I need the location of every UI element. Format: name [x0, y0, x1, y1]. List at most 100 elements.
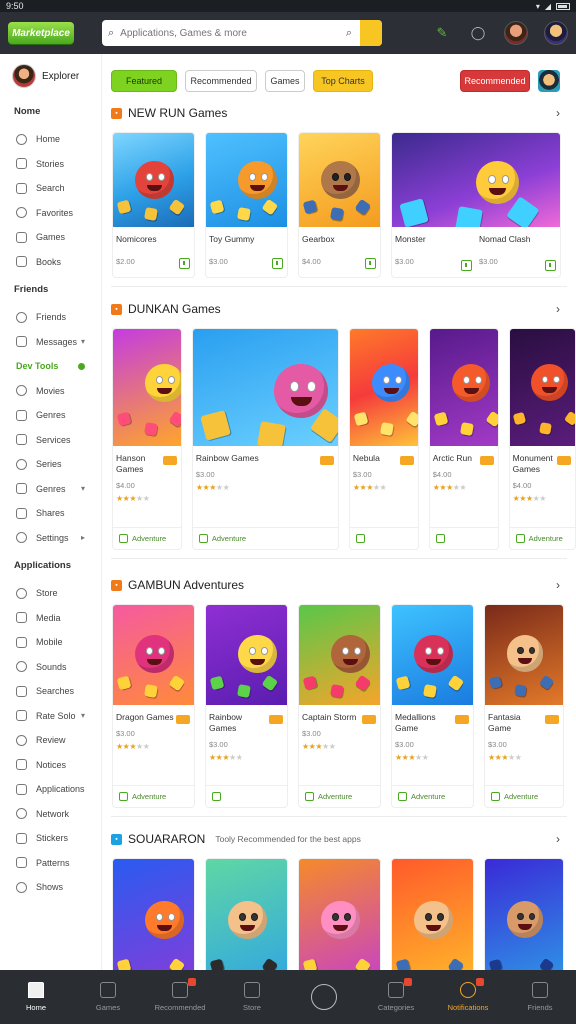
game-card[interactable]: Arctic Run $4.00 ★★★★★	[428, 328, 499, 550]
chevron-right-icon[interactable]: ›	[556, 106, 560, 120]
game-thumbnail[interactable]	[206, 133, 287, 227]
game-thumbnail[interactable]	[299, 605, 380, 705]
game-thumbnail[interactable]	[206, 859, 287, 970]
chat-icon[interactable]: ✎	[432, 23, 452, 43]
recommended-button[interactable]: Recommended	[460, 70, 530, 92]
sidebar-item-applications[interactable]: Applications	[0, 777, 101, 802]
sidebar-item-home[interactable]: Home	[0, 127, 101, 152]
game-card[interactable]: Captain Storm $3.00 ★★★★★ Adventure	[298, 604, 381, 808]
game-thumbnail[interactable]	[392, 605, 473, 705]
sidebar-item-patterns[interactable]: Patterns	[0, 851, 101, 876]
game-card[interactable]: Fantasia Game $3.00 ★★★★★ Adventure	[484, 604, 564, 808]
card-footer[interactable]: Adventure	[485, 785, 563, 807]
game-card[interactable]	[484, 858, 564, 970]
sidebar-item-movies[interactable]: Movies	[0, 379, 101, 404]
sidebar-item-genres[interactable]: Genres	[0, 403, 101, 428]
game-card[interactable]: Gearbox $4.00	[298, 132, 381, 278]
sidebar-item-mobile[interactable]: Mobile	[0, 630, 101, 655]
nav-item-home[interactable]: Home	[4, 970, 68, 1024]
download-icon[interactable]	[461, 260, 472, 271]
nav-item-friends[interactable]: Friends	[508, 970, 572, 1024]
card-footer[interactable]: Adventure	[392, 785, 473, 807]
game-thumbnail[interactable]	[429, 329, 498, 446]
game-card[interactable]: Dragon Games $3.00 ★★★★★ Adventure	[112, 604, 195, 808]
game-card[interactable]: Medallions Game $3.00 ★★★★★ Adventure	[391, 604, 474, 808]
game-thumbnail[interactable]	[349, 329, 418, 446]
sidebar-item-stickers[interactable]: Stickers	[0, 826, 101, 851]
game-thumbnail[interactable]	[192, 329, 338, 446]
game-card[interactable]: Monument Games $4.00 ★★★★★ Adventure	[508, 328, 576, 550]
sidebar-item-network[interactable]: Network	[0, 802, 101, 827]
game-thumbnail[interactable]	[113, 605, 194, 705]
nav-item-categories[interactable]: Categories	[364, 970, 428, 1024]
sidebar-item-shares[interactable]: Shares	[0, 501, 101, 526]
app-logo[interactable]: Marketplace	[8, 22, 74, 44]
sidebar-item-searches[interactable]: Searches	[0, 679, 101, 704]
chevron-right-icon[interactable]: ›	[556, 832, 560, 846]
game-card[interactable]: Nebula $3.00 ★★★★★	[348, 328, 419, 550]
nav-item-center[interactable]	[292, 970, 356, 1024]
game-card[interactable]	[298, 858, 381, 970]
card-footer[interactable]	[206, 785, 287, 807]
sidebar-item-messages[interactable]: Messages ▾	[0, 330, 101, 355]
game-card[interactable]	[112, 858, 195, 970]
sidebar-item-shows[interactable]: Shows	[0, 875, 101, 900]
sidebar-item-friends[interactable]: Friends	[0, 305, 101, 330]
game-thumbnail[interactable]	[113, 133, 194, 227]
search-submit-icon[interactable]: ⌕	[338, 20, 360, 46]
card-footer[interactable]: Adventure	[113, 785, 194, 807]
card-footer[interactable]	[349, 527, 418, 549]
download-icon[interactable]	[365, 258, 376, 269]
game-card[interactable]: Rainbow Games $3.00 ★★★★★	[205, 604, 288, 808]
game-thumbnail[interactable]	[392, 133, 560, 227]
nav-item-notifications[interactable]: Notifications	[436, 970, 500, 1024]
nav-item-games[interactable]: Games	[76, 970, 140, 1024]
sidebar-item-stories[interactable]: Stories	[0, 152, 101, 177]
sidebar-item-media[interactable]: Media	[0, 606, 101, 631]
chevron-right-icon[interactable]: ›	[556, 578, 560, 592]
sidebar-item-sounds[interactable]: Sounds	[0, 655, 101, 680]
sidebar-item-services[interactable]: Services	[0, 428, 101, 453]
game-card[interactable]	[205, 858, 288, 970]
card-footer[interactable]: Adventure	[509, 527, 575, 549]
game-thumbnail[interactable]	[113, 329, 181, 446]
download-icon[interactable]	[179, 258, 190, 269]
sidebar-item-search[interactable]: Search	[0, 176, 101, 201]
profile-avatar[interactable]	[504, 21, 528, 45]
game-card[interactable]	[391, 858, 474, 970]
search-input[interactable]	[120, 27, 338, 39]
sidebar-item-books[interactable]: Books	[0, 250, 101, 275]
alt-avatar[interactable]	[544, 21, 568, 45]
card-footer[interactable]	[429, 527, 498, 549]
game-thumbnail[interactable]	[206, 605, 287, 705]
game-thumbnail[interactable]	[299, 133, 380, 227]
game-card[interactable]: Toy Gummy $3.00	[205, 132, 288, 278]
chip-games[interactable]: Games	[265, 70, 305, 92]
sidebar-item-series[interactable]: Series	[0, 452, 101, 477]
sidebar-item-dev-tools[interactable]: Dev Tools	[0, 354, 101, 379]
game-thumbnail[interactable]	[113, 859, 194, 970]
game-thumbnail[interactable]	[299, 859, 380, 970]
card-footer[interactable]: Adventure	[192, 527, 338, 549]
chevron-right-icon[interactable]: ›	[556, 302, 560, 316]
game-thumbnail[interactable]	[485, 605, 563, 705]
chip-top-charts[interactable]: Top Charts	[313, 70, 373, 92]
sidebar-item-notices[interactable]: Notices	[0, 753, 101, 778]
download-icon[interactable]	[545, 260, 556, 271]
download-icon[interactable]	[272, 258, 283, 269]
chip-recommended[interactable]: Recommended	[185, 70, 257, 92]
sidebar-item-genres[interactable]: Genres ▾	[0, 477, 101, 502]
sidebar-item-store[interactable]: Store	[0, 581, 101, 606]
game-thumbnail[interactable]	[485, 859, 563, 970]
sidebar-item-review[interactable]: Review	[0, 728, 101, 753]
sidebar-item-settings[interactable]: Settings ▸	[0, 526, 101, 551]
bell-icon[interactable]: ◯	[468, 23, 488, 43]
game-card[interactable]: Monster $3.00 Nomad Clash $3.00	[391, 132, 561, 278]
sidebar-item-rate-solo[interactable]: Rate Solo ▾	[0, 704, 101, 729]
card-footer[interactable]: Adventure	[113, 527, 181, 549]
game-card[interactable]: Nomicores $2.00	[112, 132, 195, 278]
game-card[interactable]: Hanson Games $4.00 ★★★★★ Adventure	[112, 328, 182, 550]
avatar[interactable]	[538, 70, 560, 92]
sidebar-item-favorites[interactable]: Favorites	[0, 201, 101, 226]
game-thumbnail[interactable]	[509, 329, 575, 446]
